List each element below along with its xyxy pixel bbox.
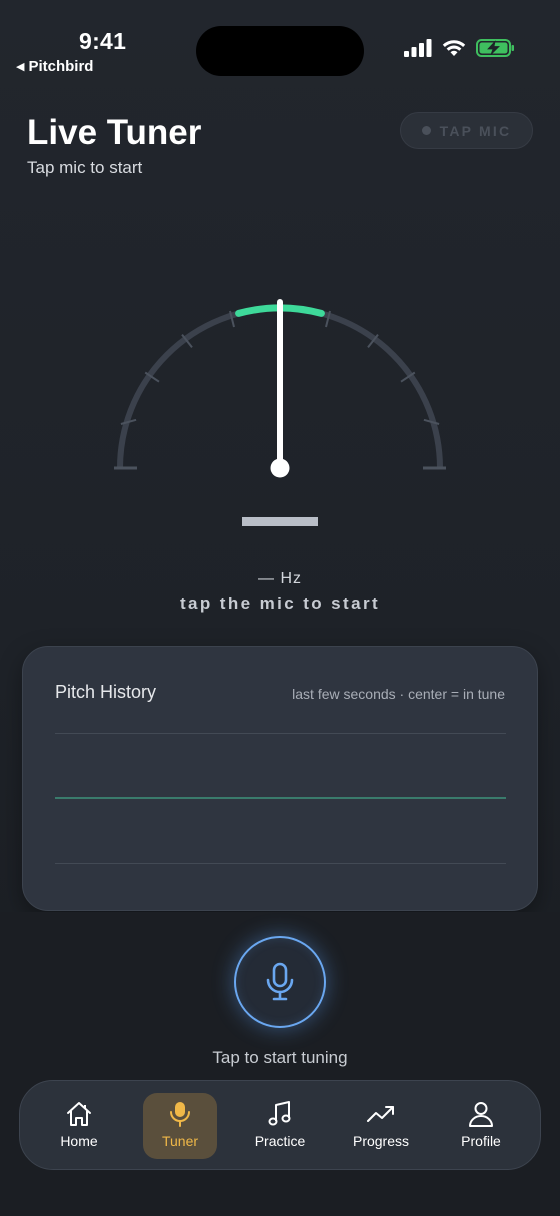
tab-home-label: Home	[60, 1133, 98, 1149]
back-arrow-icon: ◀	[16, 61, 25, 73]
frequency-readout: — Hz	[258, 570, 302, 587]
page-title: Live Tuner	[27, 113, 202, 152]
tab-practice[interactable]: Practice	[243, 1093, 317, 1159]
status-time: 9:41	[79, 28, 127, 54]
dynamic-island	[196, 26, 364, 76]
tab-tuner[interactable]: Tuner	[143, 1093, 217, 1159]
music-note-icon	[268, 1101, 291, 1126]
start-tuning-mic-button[interactable]	[234, 936, 326, 1028]
tab-practice-label: Practice	[254, 1133, 306, 1149]
trending-up-icon	[367, 1106, 394, 1122]
history-grid-line-bottom	[55, 863, 506, 864]
tab-tuner-label: Tuner	[161, 1133, 199, 1149]
tuner-gauge	[114, 299, 446, 478]
history-grid-line-top	[55, 733, 506, 734]
note-display-placeholder	[242, 517, 318, 526]
page-subtitle: Tap mic to start	[27, 158, 143, 177]
battery-charging-icon	[476, 39, 514, 57]
bottom-tab-bar: Home Tuner Practice Progress Profile	[19, 1080, 541, 1170]
tab-progress-label: Progress	[352, 1133, 410, 1149]
mic-icon	[170, 1102, 190, 1127]
tab-progress[interactable]: Progress	[344, 1093, 418, 1159]
profile-icon	[469, 1102, 493, 1127]
back-to-app-link[interactable]: ◀ Pitchbird	[16, 58, 93, 75]
tab-profile[interactable]: Profile	[444, 1093, 518, 1159]
pitch-history-title: Pitch History	[55, 682, 157, 702]
mic-icon	[266, 962, 294, 1001]
pitch-history-note: last few seconds · center = in tune	[292, 686, 505, 702]
home-icon	[67, 1102, 91, 1126]
status-dot-icon	[421, 126, 431, 135]
pitch-history-card: Pitch History last few seconds · center …	[22, 646, 538, 911]
wifi-icon	[442, 40, 466, 56]
back-app-label: Pitchbird	[28, 58, 94, 75]
status-icons	[404, 38, 516, 58]
tap-mic-status-pill[interactable]: TAP MIC	[400, 112, 533, 149]
tuner-hint: tap the mic to start	[179, 594, 381, 613]
history-in-tune-line	[55, 797, 506, 799]
tap-mic-label: TAP MIC	[439, 122, 512, 139]
tab-profile-label: Profile	[461, 1133, 501, 1149]
tab-home[interactable]: Home	[42, 1093, 116, 1159]
mic-caption: Tap to start tuning	[212, 1048, 348, 1067]
signal-icon	[404, 39, 432, 57]
needle-pivot	[270, 458, 290, 478]
